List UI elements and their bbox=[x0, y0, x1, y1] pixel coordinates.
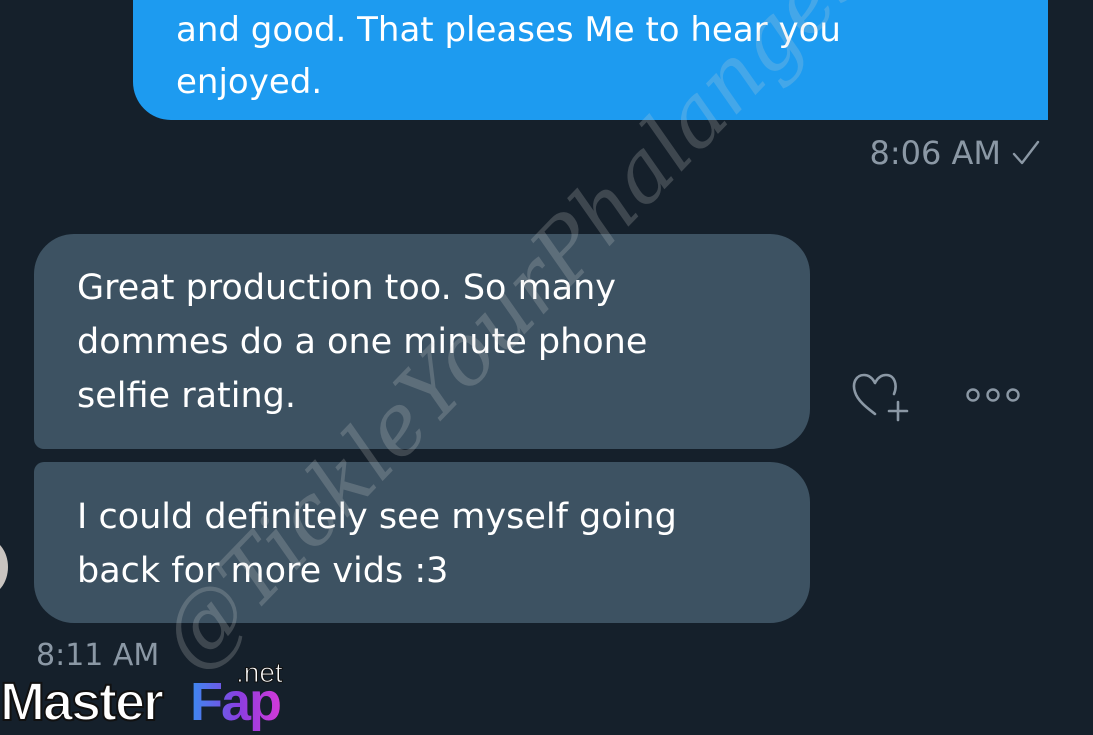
message-text-line: enjoyed. bbox=[176, 62, 323, 102]
message-timestamp: 8:06 AM bbox=[869, 134, 1001, 172]
logo-text-suffix: .net bbox=[236, 657, 284, 688]
message-text-line: I could definitely see myself going bbox=[77, 497, 677, 537]
avatar[interactable] bbox=[0, 538, 8, 596]
outgoing-message-bubble[interactable]: and good. That pleases Me to hear you en… bbox=[133, 0, 1048, 120]
logo-text-main: Master bbox=[0, 671, 165, 733]
message-text-line: selfie rating. bbox=[77, 376, 297, 416]
check-icon bbox=[1012, 140, 1040, 165]
outgoing-message-meta: 8:06 AM bbox=[869, 133, 1041, 173]
message-text-line: Great production too. So many bbox=[77, 268, 617, 308]
message-text-line: dommes do a one minute phone bbox=[77, 322, 648, 362]
dm-conversation: and good. That pleases Me to hear you en… bbox=[0, 0, 1093, 735]
more-options-icon[interactable] bbox=[964, 384, 1022, 406]
message-text-line: back for more vids :3 bbox=[77, 551, 449, 591]
incoming-message-bubble[interactable]: Great production too. So many dommes do … bbox=[34, 234, 810, 449]
site-logo: Master Fap .net bbox=[0, 657, 320, 735]
incoming-message-bubble[interactable]: I could definitely see myself going back… bbox=[34, 462, 810, 623]
heart-add-icon[interactable] bbox=[850, 370, 912, 426]
message-text-line: and good. That pleases Me to hear you bbox=[176, 10, 841, 50]
